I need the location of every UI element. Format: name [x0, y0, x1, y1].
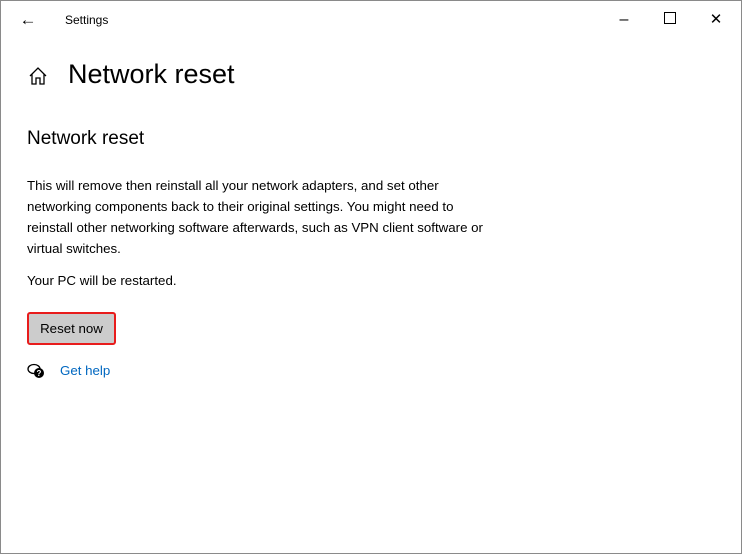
page-title: Network reset — [68, 59, 235, 89]
close-button[interactable]: ✕ — [693, 7, 739, 33]
reset-now-button[interactable]: Reset now — [27, 312, 116, 345]
window-title: Settings — [65, 13, 109, 27]
home-icon[interactable] — [27, 65, 49, 87]
restart-note: Your PC will be restarted. — [27, 273, 177, 288]
settings-window: ← Settings – ✕ Network reset Network res… — [0, 0, 742, 554]
back-arrow-icon[interactable]: ← — [17, 9, 39, 31]
get-help-link[interactable]: Get help — [60, 363, 110, 378]
section-title: Network reset — [27, 128, 145, 149]
description-text: This will remove then reinstall all your… — [27, 178, 483, 256]
maximize-button[interactable] — [647, 7, 693, 33]
help-chat-icon: ? — [27, 363, 44, 378]
svg-text:?: ? — [37, 369, 42, 378]
title-bar: ← Settings – ✕ — [1, 1, 741, 39]
minimize-button[interactable]: – — [601, 7, 647, 33]
